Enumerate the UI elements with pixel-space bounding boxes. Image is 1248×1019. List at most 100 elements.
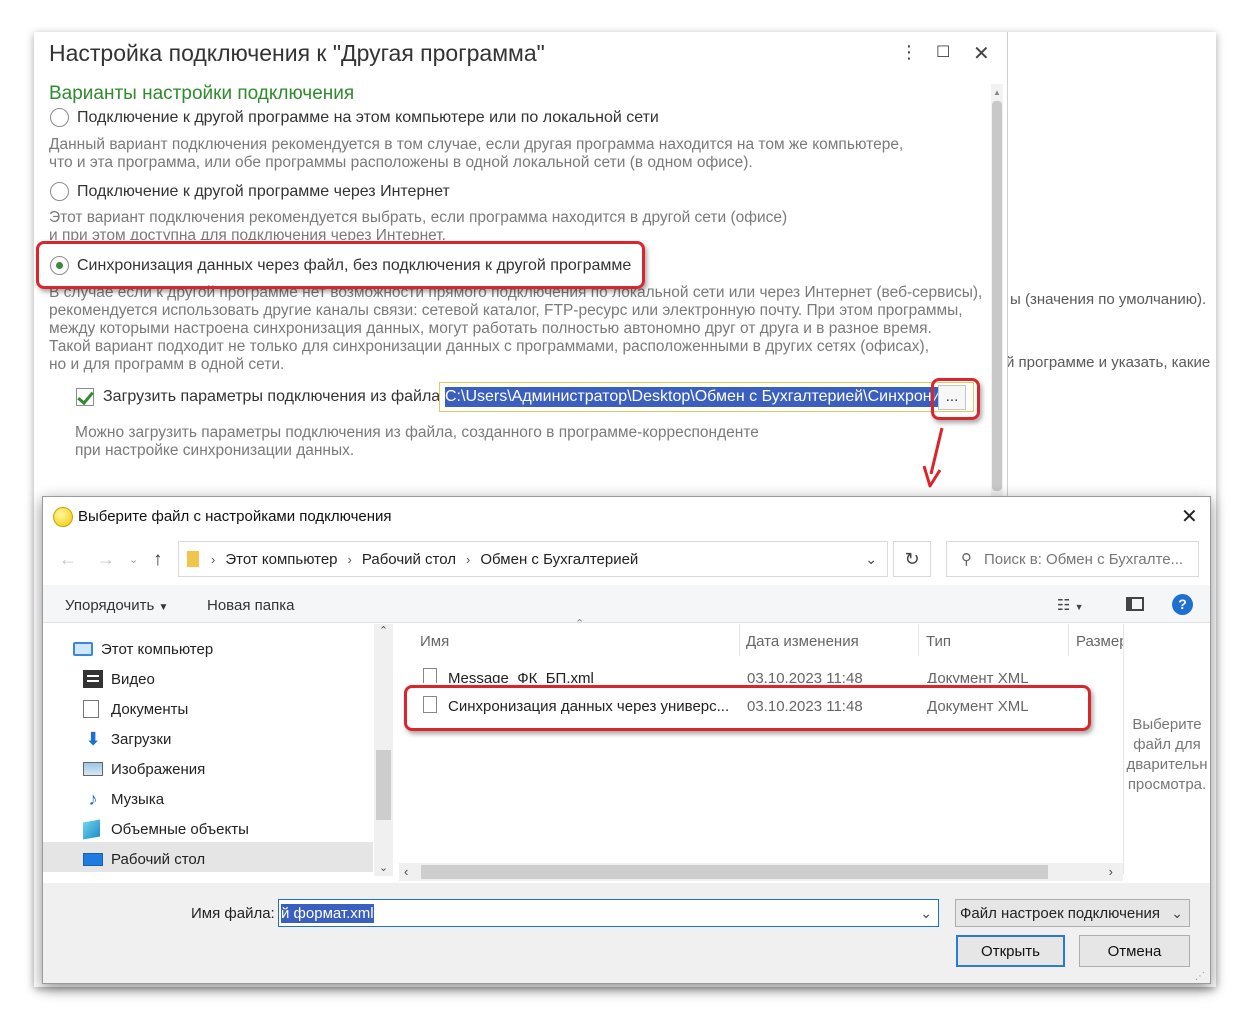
column-header-date[interactable]: Дата изменения — [746, 633, 859, 650]
documents-icon — [83, 700, 99, 718]
up-icon[interactable]: ↑ — [153, 549, 163, 571]
back-icon[interactable]: ← — [59, 549, 77, 570]
nav-label: Документы — [111, 700, 189, 718]
nav-item-music[interactable]: ♪ Музыка — [83, 784, 165, 814]
recent-dropdown-icon[interactable]: ⌄ — [129, 553, 138, 566]
radio-label: Подключение к другой программе на этом к… — [77, 108, 659, 126]
breadcrumb-item[interactable]: Этот компьютер — [225, 551, 337, 568]
option-description: Данный вариант подключения рекомендуется… — [49, 136, 904, 153]
help-icon[interactable]: ? — [1172, 594, 1193, 615]
scroll-left-icon[interactable]: ‹ — [404, 864, 408, 879]
preview-pane-icon[interactable] — [1126, 597, 1144, 611]
column-header-type[interactable]: Тип — [926, 633, 951, 650]
option-description: между которыми настроена синхронизация д… — [49, 320, 932, 337]
radio-option-internet[interactable]: Подключение к другой программе через Инт… — [50, 182, 450, 201]
chevron-right-icon: › — [211, 551, 216, 567]
navigation-pane: Этот компьютер Видео Документы ⬇ Загрузк… — [43, 624, 393, 876]
scroll-up-icon[interactable]: ⌃ — [374, 624, 393, 637]
vertical-scrollbar[interactable]: ▲ — [991, 84, 1003, 502]
nav-item-desktop[interactable]: Рабочий стол — [83, 844, 205, 874]
cancel-button[interactable]: Отмена — [1079, 935, 1190, 967]
file-type-filter[interactable]: Файл настроек подключения ⌄ — [955, 899, 1190, 927]
filename-input[interactable]: й формат.xml ⌄ — [278, 899, 939, 927]
search-input[interactable]: ⚲ Поиск в: Обмен с Бухгалте... — [946, 541, 1199, 577]
file-path-input[interactable]: C:\Users\Администратор\Desktop\Обмен с Б… — [439, 382, 974, 412]
arrow-annotation — [922, 427, 944, 488]
new-folder-button[interactable]: Новая папка — [207, 597, 294, 614]
address-bar[interactable]: › Этот компьютер › Рабочий стол › Обмен … — [178, 541, 888, 577]
preview-pane: Выберите файл для дварительн просмотра. — [1125, 715, 1209, 795]
preview-text: дварительн — [1126, 756, 1208, 773]
search-icon: ⚲ — [961, 551, 972, 568]
nav-item-documents[interactable]: Документы — [83, 694, 188, 724]
column-divider[interactable] — [1068, 624, 1069, 656]
option-description: и при этом доступна для подключения чере… — [49, 227, 446, 240]
radio-button[interactable] — [50, 182, 69, 201]
nav-item-3d-objects[interactable]: Объемные объекты — [83, 814, 249, 844]
chevron-right-icon: › — [466, 551, 471, 567]
file-open-dialog: Выберите файл с настройками подключения … — [42, 496, 1211, 984]
load-hint: при настройке синхронизации данных. — [75, 442, 355, 459]
view-options-icon[interactable]: ☷ ▼ — [1057, 596, 1084, 614]
scroll-right-icon[interactable]: › — [1109, 864, 1113, 879]
organize-button[interactable]: Упорядочить ▼ — [65, 597, 168, 614]
nav-scrollbar[interactable]: ⌃ ⌄ — [374, 624, 393, 876]
file-dialog-title: Выберите файл с настройками подключения — [78, 508, 392, 525]
column-divider[interactable] — [918, 624, 919, 656]
close-icon[interactable]: ✕ — [973, 41, 990, 66]
breadcrumb-item[interactable]: Рабочий стол — [362, 551, 456, 568]
column-divider[interactable] — [739, 624, 740, 656]
3d-objects-icon — [83, 819, 100, 839]
nav-item-this-pc[interactable]: Этот компьютер — [73, 634, 213, 664]
resize-grip-icon[interactable]: ⋰ — [1195, 971, 1205, 982]
option-description: что и эта программа, или обе программы р… — [49, 154, 753, 171]
maximize-icon[interactable]: ☐ — [936, 42, 950, 62]
refresh-icon[interactable]: ↻ — [893, 541, 931, 577]
highlight-frame — [404, 685, 1091, 731]
forward-icon[interactable]: → — [97, 549, 115, 570]
column-header-size[interactable]: Размер — [1076, 633, 1123, 650]
downloads-icon: ⬇ — [85, 729, 101, 749]
music-icon: ♪ — [88, 789, 98, 809]
chevron-down-icon: ⌄ — [1171, 904, 1183, 921]
file-type: Документ XML — [927, 670, 1029, 683]
scroll-thumb[interactable] — [421, 865, 1048, 879]
app-icon — [53, 507, 73, 527]
scroll-up-icon[interactable]: ▲ — [991, 88, 1003, 97]
section-title: Варианты настройки подключения — [49, 83, 355, 104]
file-row[interactable]: Message_ФК_БП.xml 03.10.2023 11:48 Докум… — [423, 667, 1123, 683]
nav-item-downloads[interactable]: ⬇ Загрузки — [83, 724, 171, 754]
folder-icon — [187, 551, 199, 567]
breadcrumb-item[interactable]: Обмен с Бухгалтерией — [480, 551, 638, 568]
chevron-down-icon[interactable]: ⌄ — [865, 551, 877, 568]
column-header-name[interactable]: Имя — [420, 633, 449, 650]
radio-option-local[interactable]: Подключение к другой программе на этом к… — [50, 108, 659, 127]
nav-label: Объемные объекты — [111, 820, 249, 838]
nav-item-video[interactable]: Видео — [83, 664, 155, 694]
preview-text: Выберите — [1132, 716, 1202, 733]
connection-settings-dialog: Настройка подключения к "Другая программ… — [34, 32, 1008, 502]
checkbox-checked[interactable] — [76, 388, 94, 406]
scroll-thumb[interactable] — [992, 101, 1002, 491]
search-placeholder: Поиск в: Обмен с Бухгалте... — [984, 550, 1184, 568]
scroll-thumb[interactable] — [376, 750, 391, 820]
load-from-file-checkbox[interactable]: Загрузить параметры подключения из файла — [76, 388, 440, 406]
nav-label: Изображения — [111, 760, 206, 778]
radio-button[interactable] — [50, 108, 69, 127]
chevron-down-icon[interactable]: ⌄ — [920, 905, 932, 922]
filter-value: Файл настроек подключения — [960, 904, 1161, 922]
file-path-value: C:\Users\Администратор\Desktop\Обмен с Б… — [445, 387, 941, 407]
radio-label: Подключение к другой программе через Инт… — [77, 182, 450, 200]
open-button[interactable]: Открыть — [956, 935, 1065, 967]
nav-label: Загрузки — [111, 730, 172, 748]
file-name: Message_ФК_БП.xml — [448, 670, 594, 683]
more-icon[interactable]: ⋮ — [900, 42, 918, 63]
option-description: рекомендуется использовать другие каналы… — [49, 302, 963, 319]
close-icon[interactable]: ✕ — [1181, 504, 1198, 529]
horizontal-scrollbar[interactable]: ‹ › — [399, 863, 1123, 881]
dropdown-arrow-icon: ▼ — [158, 602, 169, 613]
scroll-down-icon[interactable]: ⌄ — [374, 861, 393, 874]
option-description: Такой вариант подходит не только для син… — [49, 338, 930, 355]
nav-label: Этот компьютер — [101, 640, 214, 658]
nav-item-pictures[interactable]: Изображения — [83, 754, 205, 784]
